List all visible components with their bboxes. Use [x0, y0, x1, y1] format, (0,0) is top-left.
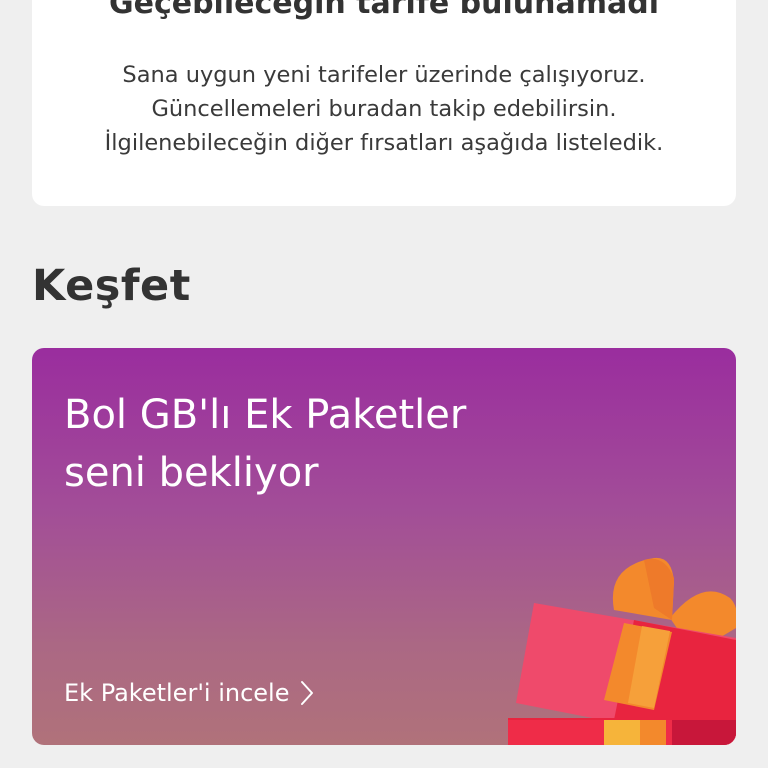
- message-line: İlgilenebileceğin diğer fırsatları aşağı…: [104, 130, 664, 156]
- extra-packages-promo-card[interactable]: Bol GB'lı Ek Paketler seni bekliyor Ek P…: [32, 348, 736, 745]
- chevron-right-icon: [301, 681, 314, 705]
- promo-title-line: Bol GB'lı Ek Paketler: [64, 392, 467, 438]
- gift-box-icon: [508, 557, 736, 745]
- no-tariff-card: Geçebileceğin tarife bulunamadı Sana uyg…: [32, 0, 736, 206]
- message-line: Güncellemeleri buradan takip edebilirsin…: [151, 96, 617, 122]
- discover-section-title: Keşfet: [32, 261, 191, 311]
- no-tariff-title: Geçebileceğin tarife bulunamadı: [108, 0, 660, 21]
- message-line: Sana uygun yeni tarifeler üzerinde çalış…: [122, 62, 646, 88]
- extra-packages-link[interactable]: Ek Paketler'i incele: [64, 678, 315, 708]
- extra-packages-link-label: Ek Paketler'i incele: [64, 679, 290, 707]
- no-tariff-message: Sana uygun yeni tarifeler üzerinde çalış…: [32, 58, 736, 160]
- promo-title: Bol GB'lı Ek Paketler seni bekliyor: [64, 386, 466, 502]
- promo-title-line: seni bekliyor: [64, 450, 319, 496]
